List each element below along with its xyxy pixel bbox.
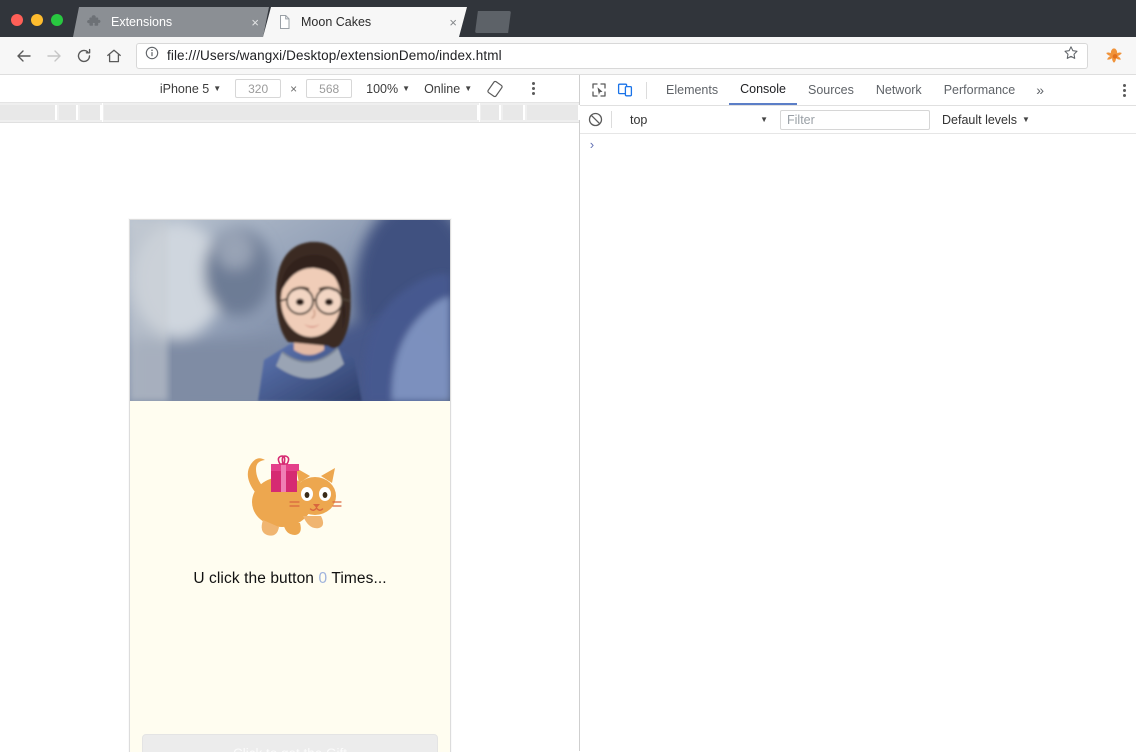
page-document-icon xyxy=(277,14,293,30)
console-output-area[interactable]: › xyxy=(580,134,1136,751)
height-input[interactable]: 568 xyxy=(306,79,353,98)
tab-label: Sources xyxy=(807,83,854,97)
tab-elements[interactable]: Elements xyxy=(655,75,729,105)
chevron-down-icon: ▼ xyxy=(213,84,222,93)
inspect-element-icon[interactable] xyxy=(586,78,612,102)
new-tab-button[interactable] xyxy=(471,9,517,35)
device-toolbar: iPhone 5 ▼ 320 × 568 100% ▼ Online ▼ xyxy=(0,75,579,103)
device-selector[interactable]: iPhone 5 ▼ xyxy=(160,82,221,96)
rotate-device-icon[interactable] xyxy=(486,80,504,98)
reload-button[interactable] xyxy=(70,42,98,70)
devtools-tab-bar: Elements Console Sources Network Perform… xyxy=(580,75,1136,106)
tab-performance[interactable]: Performance xyxy=(933,75,1027,105)
tab-label: Network xyxy=(875,83,922,97)
viewport-ruler xyxy=(0,103,580,123)
hero-photo xyxy=(130,220,450,401)
orange-cat-with-gift-icon xyxy=(235,446,345,542)
devtools-panel: Elements Console Sources Network Perform… xyxy=(580,75,1136,751)
console-prompt-caret: › xyxy=(588,138,596,153)
levels-value: Default levels xyxy=(942,112,1018,127)
clear-console-icon[interactable] xyxy=(588,112,603,127)
emulated-viewport: U click the button 0 Times... Click to g… xyxy=(0,124,579,752)
url-text: file:///Users/wangxi/Desktop/extensionDe… xyxy=(167,48,502,63)
tab-console[interactable]: Console xyxy=(729,75,797,105)
browser-toolbar: file:///Users/wangxi/Desktop/extensionDe… xyxy=(0,37,1136,75)
chevron-down-icon: ▼ xyxy=(1022,115,1030,124)
forward-button[interactable] xyxy=(40,42,68,70)
close-tab-button[interactable]: × xyxy=(251,16,259,29)
context-value: top xyxy=(630,112,648,127)
devtools-menu-button[interactable] xyxy=(1123,83,1126,97)
page-content: U click the button 0 Times... Click to g… xyxy=(130,401,450,752)
chevron-down-icon: ▼ xyxy=(464,84,473,93)
star-icon[interactable] xyxy=(1063,45,1079,66)
tab-label: Console xyxy=(740,82,786,96)
close-window-button[interactable] xyxy=(11,14,23,26)
chevron-down-icon: ▼ xyxy=(760,115,768,124)
click-counter-text: U click the button 0 Times... xyxy=(193,570,386,588)
info-circle-icon[interactable] xyxy=(145,46,159,65)
throttling-value: Online xyxy=(424,81,461,96)
home-button[interactable] xyxy=(100,42,128,70)
device-emulation-pane: iPhone 5 ▼ 320 × 568 100% ▼ Online ▼ U c… xyxy=(0,75,580,752)
throttling-selector[interactable]: Online ▼ xyxy=(424,82,472,96)
maximize-window-button[interactable] xyxy=(51,14,63,26)
browser-tab-extensions[interactable]: Extensions × xyxy=(73,7,269,37)
chevron-down-icon: ▼ xyxy=(402,84,411,93)
tab-title: Extensions xyxy=(111,15,173,29)
extension-puzzle-icon[interactable] xyxy=(1104,45,1126,67)
browser-tab-moon-cakes[interactable]: Moon Cakes × xyxy=(263,7,467,37)
counter-value: 0 xyxy=(318,570,328,587)
tab-network[interactable]: Network xyxy=(865,75,933,105)
close-tab-button[interactable]: × xyxy=(449,16,457,29)
minimize-window-button[interactable] xyxy=(31,14,43,26)
puzzle-piece-icon xyxy=(87,14,103,30)
address-bar[interactable]: file:///Users/wangxi/Desktop/extensionDe… xyxy=(136,42,1088,69)
console-prompt-row[interactable]: › xyxy=(580,134,1136,158)
tab-label: Elements xyxy=(666,83,719,97)
main-split: iPhone 5 ▼ 320 × 568 100% ▼ Online ▼ U c… xyxy=(0,75,1136,752)
toggle-device-toolbar-icon[interactable] xyxy=(612,78,638,102)
more-tabs-icon[interactable]: » xyxy=(1026,82,1054,98)
tab-title: Moon Cakes xyxy=(301,15,372,29)
phone-viewport: U click the button 0 Times... Click to g… xyxy=(129,219,451,752)
console-context-selector[interactable]: top ▼ xyxy=(624,110,774,129)
console-filter-input[interactable]: Filter xyxy=(780,109,930,130)
width-input[interactable]: 320 xyxy=(235,79,282,98)
dimension-separator: × xyxy=(290,81,298,96)
back-button[interactable] xyxy=(10,42,38,70)
device-dimensions: 320 × 568 xyxy=(235,79,353,98)
tab-strip: Extensions × Moon Cakes × xyxy=(0,0,1136,37)
console-levels-selector[interactable]: Default levels ▼ xyxy=(942,113,1030,127)
chrome-browser-window: Extensions × Moon Cakes × file:///Users/… xyxy=(0,0,1136,752)
counter-prefix: U click the button xyxy=(193,570,315,587)
zoom-value: 100% xyxy=(366,81,399,96)
tab-sources[interactable]: Sources xyxy=(797,75,865,105)
device-name: iPhone 5 xyxy=(159,81,210,96)
zoom-selector[interactable]: 100% ▼ xyxy=(366,82,410,96)
console-toolbar: top ▼ Filter Default levels ▼ xyxy=(580,106,1136,134)
window-controls xyxy=(0,14,73,37)
device-toolbar-menu-button[interactable] xyxy=(518,82,549,95)
tab-label: Performance xyxy=(943,83,1016,97)
counter-suffix: Times... xyxy=(331,570,387,587)
get-gift-button[interactable]: Click to get the Gift xyxy=(142,734,438,752)
